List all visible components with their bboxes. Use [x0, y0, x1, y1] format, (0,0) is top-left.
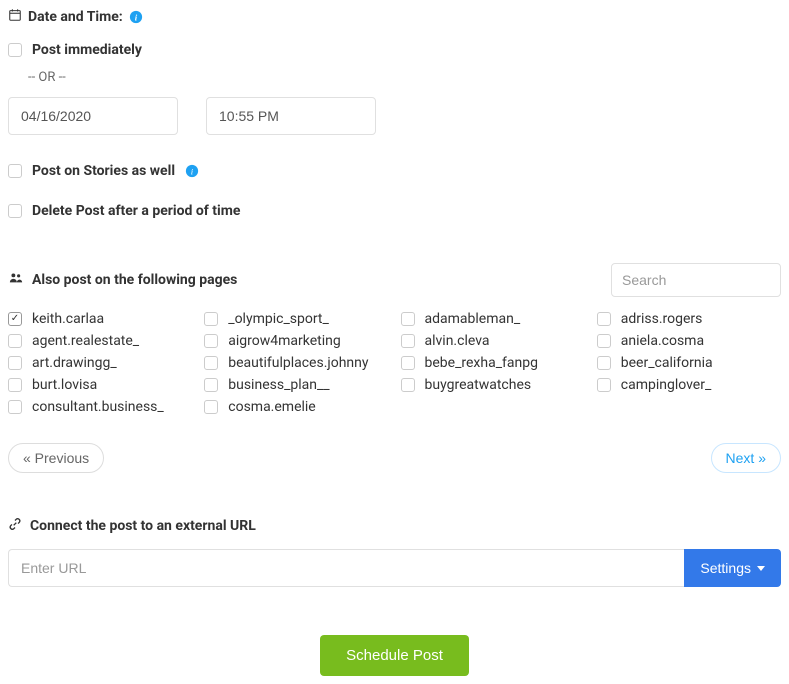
post-immediately-checkbox[interactable]: [8, 43, 22, 57]
page-checkbox[interactable]: [401, 356, 415, 370]
post-stories-checkbox[interactable]: [8, 164, 22, 178]
schedule-post-button[interactable]: Schedule Post: [320, 635, 469, 676]
page-label: agent.realestate_: [32, 333, 139, 349]
post-immediately-row[interactable]: Post immediately: [8, 42, 781, 58]
page-checkbox[interactable]: [204, 312, 218, 326]
page-label: aigrow4marketing: [228, 333, 340, 349]
post-stories-row[interactable]: Post on Stories as well i: [8, 163, 781, 179]
page-checkbox[interactable]: [401, 378, 415, 392]
date-time-label: Date and Time:: [28, 9, 123, 25]
post-immediately-label: Post immediately: [32, 42, 142, 58]
or-separator: -- OR --: [28, 70, 781, 85]
info-icon[interactable]: i: [185, 164, 199, 178]
page-item[interactable]: burt.lovisa: [8, 377, 192, 393]
page-checkbox[interactable]: [8, 334, 22, 348]
delete-post-label: Delete Post after a period of time: [32, 203, 240, 219]
page-checkbox[interactable]: [204, 400, 218, 414]
page-item[interactable]: adriss.rogers: [597, 311, 781, 327]
pages-section-header: Also post on the following pages: [8, 271, 237, 289]
next-button[interactable]: Next »: [711, 443, 781, 473]
page-checkbox[interactable]: [597, 312, 611, 326]
page-item[interactable]: consultant.business_: [8, 399, 192, 415]
page-checkbox[interactable]: [8, 356, 22, 370]
page-label: buygreatwatches: [425, 377, 532, 393]
chevron-down-icon: [757, 566, 765, 571]
delete-post-row[interactable]: Delete Post after a period of time: [8, 203, 781, 219]
calendar-icon: [8, 8, 22, 26]
page-checkbox[interactable]: [204, 378, 218, 392]
page-label: aniela.cosma: [621, 333, 704, 349]
page-label: _olympic_sport_: [228, 311, 329, 327]
page-item[interactable]: alvin.cleva: [401, 333, 585, 349]
page-item[interactable]: buygreatwatches: [401, 377, 585, 393]
page-label: beer_california: [621, 355, 713, 371]
page-checkbox[interactable]: [597, 378, 611, 392]
page-label: adriss.rogers: [621, 311, 703, 327]
url-input[interactable]: [8, 549, 684, 587]
page-item[interactable]: aigrow4marketing: [204, 333, 388, 349]
url-label: Connect the post to an external URL: [30, 518, 256, 534]
page-item[interactable]: aniela.cosma: [597, 333, 781, 349]
page-label: burt.lovisa: [32, 377, 97, 393]
page-item[interactable]: business_plan__: [204, 377, 388, 393]
link-icon: [8, 517, 22, 535]
page-checkbox[interactable]: [204, 356, 218, 370]
page-label: keith.carlaa: [32, 311, 104, 327]
page-checkbox[interactable]: [597, 356, 611, 370]
settings-button[interactable]: Settings: [684, 549, 781, 587]
page-item[interactable]: keith.carlaa: [8, 311, 192, 327]
page-checkbox[interactable]: [204, 334, 218, 348]
page-item[interactable]: beautifulplaces.johnny: [204, 355, 388, 371]
page-checkbox[interactable]: [401, 312, 415, 326]
page-item[interactable]: _olympic_sport_: [204, 311, 388, 327]
page-checkbox[interactable]: [8, 400, 22, 414]
page-item[interactable]: beer_california: [597, 355, 781, 371]
page-label: bebe_rexha_fanpg: [425, 355, 538, 371]
page-label: consultant.business_: [32, 399, 164, 415]
time-input[interactable]: [206, 97, 376, 135]
info-icon[interactable]: i: [129, 10, 143, 24]
page-item[interactable]: agent.realestate_: [8, 333, 192, 349]
page-item[interactable]: art.drawingg_: [8, 355, 192, 371]
page-label: alvin.cleva: [425, 333, 490, 349]
date-time-section-label: Date and Time: i: [8, 8, 781, 26]
page-checkbox[interactable]: [597, 334, 611, 348]
page-label: campinglover_: [621, 377, 712, 393]
page-label: business_plan__: [228, 377, 329, 393]
users-icon: [8, 271, 24, 289]
settings-button-label: Settings: [700, 560, 751, 576]
page-label: cosma.emelie: [228, 399, 315, 415]
post-stories-label: Post on Stories as well: [32, 163, 175, 179]
page-checkbox[interactable]: [401, 334, 415, 348]
pages-label: Also post on the following pages: [32, 272, 237, 288]
page-label: art.drawingg_: [32, 355, 117, 371]
delete-post-checkbox[interactable]: [8, 204, 22, 218]
page-label: beautifulplaces.johnny: [228, 355, 368, 371]
page-item[interactable]: campinglover_: [597, 377, 781, 393]
date-input[interactable]: [8, 97, 178, 135]
page-checkbox[interactable]: [8, 312, 22, 326]
url-section-header: Connect the post to an external URL: [8, 517, 781, 535]
page-item[interactable]: cosma.emelie: [204, 399, 388, 415]
pages-search-input[interactable]: [611, 263, 781, 297]
page-item[interactable]: adamableman_: [401, 311, 585, 327]
page-label: adamableman_: [425, 311, 521, 327]
page-item[interactable]: bebe_rexha_fanpg: [401, 355, 585, 371]
previous-button[interactable]: « Previous: [8, 443, 104, 473]
page-checkbox[interactable]: [8, 378, 22, 392]
